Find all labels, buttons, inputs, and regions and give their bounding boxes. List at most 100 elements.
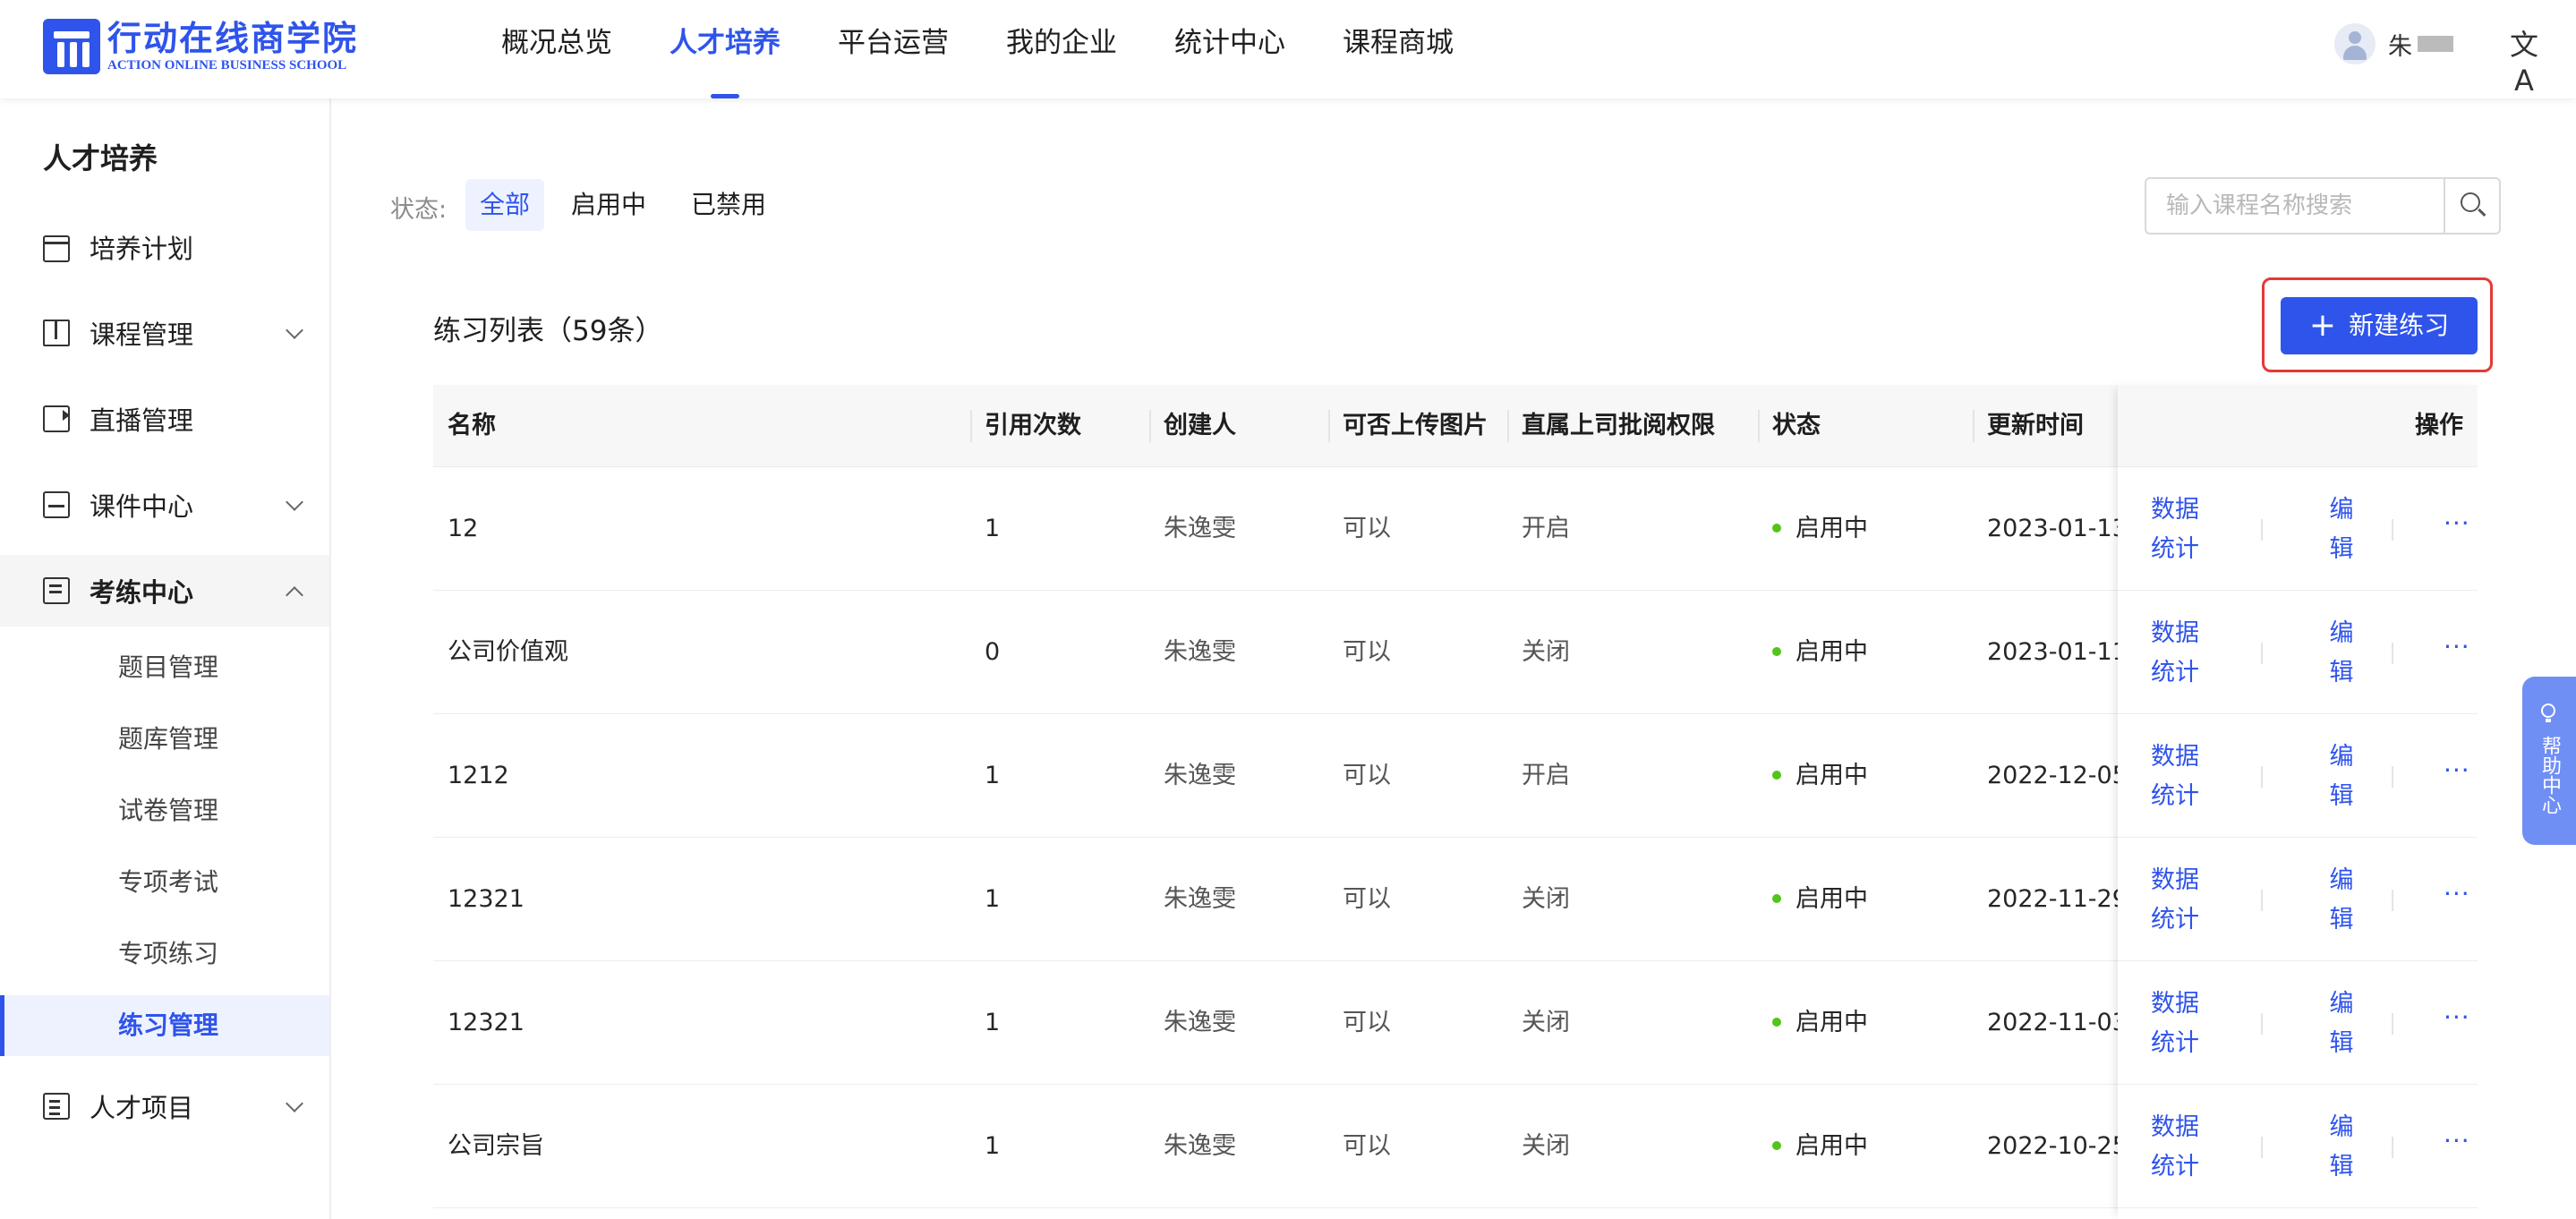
cell-name: 公司宗旨 bbox=[448, 1132, 544, 1160]
cell-updated: 2023-01-13 bbox=[1987, 515, 2128, 542]
column-header-creator: 创建人 bbox=[1164, 412, 1236, 439]
sidebar-item-training-plan[interactable]: 培养计划 bbox=[0, 211, 329, 283]
filter-option-disabled[interactable]: 已禁用 bbox=[677, 179, 780, 231]
more-actions-icon[interactable]: ··· bbox=[2444, 1002, 2470, 1032]
cell-review: 关闭 bbox=[1522, 1132, 1570, 1160]
cell-name: 12321 bbox=[448, 1009, 525, 1036]
language-icon[interactable]: 文A bbox=[2506, 27, 2542, 98]
cell-status: 启用中 bbox=[1772, 961, 1868, 1085]
sidebar-item-label: 考练中心 bbox=[90, 577, 194, 608]
cell-status: 启用中 bbox=[1772, 467, 1868, 591]
cell-creator: 朱逸雯 bbox=[1164, 1132, 1236, 1160]
cell-review: 开启 bbox=[1522, 515, 1570, 542]
status-text: 启用中 bbox=[1796, 1009, 1868, 1036]
avatar[interactable] bbox=[2334, 23, 2376, 64]
cell-updated: 2022-12-05 bbox=[1987, 762, 2128, 789]
search-button[interactable] bbox=[2445, 179, 2499, 233]
status-text: 启用中 bbox=[1796, 638, 1868, 666]
actions-column: 操作 数据统计 编辑 ··· 数据统计 编辑 ··· 数据统计 编辑 ··· 数… bbox=[2118, 385, 2478, 1219]
top-nav: 概况总览 人才培养 平台运营 我的企业 统计中心 课程商城 bbox=[501, 0, 1511, 98]
nav-item-overview[interactable]: 概况总览 bbox=[501, 0, 612, 98]
data-stats-link[interactable]: 数据统计 bbox=[2139, 614, 2211, 693]
more-actions-icon[interactable]: ··· bbox=[2444, 755, 2470, 785]
logo-title: 行动在线商学院 bbox=[107, 19, 359, 58]
status-dot-icon bbox=[1772, 770, 1781, 780]
column-header-name: 名称 bbox=[448, 412, 496, 439]
sidebar-item-live-management[interactable]: 直播管理 bbox=[0, 383, 329, 455]
data-stats-link[interactable]: 数据统计 bbox=[2139, 985, 2211, 1063]
sidebar-item-label: 培养计划 bbox=[90, 234, 194, 264]
filter-option-enabled[interactable]: 启用中 bbox=[557, 179, 661, 231]
sidebar-item-exam-center[interactable]: 考练中心 bbox=[0, 555, 329, 627]
nav-item-talent[interactable]: 人才培养 bbox=[670, 0, 780, 98]
cell-name: 公司价值观 bbox=[448, 638, 568, 666]
column-header-refs: 引用次数 bbox=[985, 412, 1081, 439]
book-icon bbox=[43, 320, 70, 346]
cell-creator: 朱逸雯 bbox=[1164, 515, 1236, 542]
status-dot-icon bbox=[1772, 893, 1781, 903]
cell-refs: 1 bbox=[985, 1009, 1001, 1036]
new-practice-button[interactable]: + 新建练习 bbox=[2281, 297, 2478, 354]
cell-upload: 可以 bbox=[1343, 1009, 1391, 1036]
edit-link[interactable]: 编辑 bbox=[2324, 861, 2359, 940]
user-name-mask bbox=[2418, 36, 2453, 52]
sidebar-subitem-practice-management[interactable]: 练习管理 bbox=[0, 995, 329, 1056]
data-stats-link[interactable]: 数据统计 bbox=[2139, 861, 2211, 940]
column-header-upload: 可否上传图片 bbox=[1343, 412, 1488, 439]
sidebar-subitem-special-practice[interactable]: 专项练习 bbox=[0, 924, 329, 985]
logo-subtitle: ACTION ONLINE BUSINESS SCHOOL bbox=[107, 58, 347, 72]
user-name: 朱 bbox=[2388, 32, 2412, 61]
more-actions-icon[interactable]: ··· bbox=[2444, 879, 2470, 908]
list-title: 练习列表（59条） bbox=[433, 315, 663, 347]
sidebar-item-label: 人才项目 bbox=[90, 1093, 194, 1123]
search-input[interactable] bbox=[2146, 179, 2445, 233]
actions-row: 数据统计 编辑 ··· bbox=[2118, 838, 2478, 961]
sidebar-item-course-management[interactable]: 课程管理 bbox=[0, 297, 329, 369]
cell-upload: 可以 bbox=[1343, 762, 1391, 789]
plus-icon: + bbox=[2308, 307, 2337, 344]
more-actions-icon[interactable]: ··· bbox=[2444, 632, 2470, 661]
data-stats-link[interactable]: 数据统计 bbox=[2139, 1108, 2211, 1187]
nav-item-mall[interactable]: 课程商城 bbox=[1343, 0, 1454, 98]
more-actions-icon[interactable]: ··· bbox=[2444, 1126, 2470, 1155]
logo[interactable]: 行动在线商学院 ACTION ONLINE BUSINESS SCHOOL bbox=[43, 18, 358, 75]
sidebar-item-talent-projects[interactable]: 人才项目 bbox=[0, 1070, 329, 1142]
help-center-button[interactable]: 帮助中心 bbox=[2522, 677, 2576, 845]
cell-creator: 朱逸雯 bbox=[1164, 762, 1236, 789]
column-header-status: 状态 bbox=[1772, 412, 1821, 439]
video-icon bbox=[43, 405, 70, 432]
nav-item-operations[interactable]: 平台运营 bbox=[838, 0, 949, 98]
chevron-down-icon bbox=[286, 493, 303, 511]
sidebar-item-courseware-center[interactable]: 课件中心 bbox=[0, 469, 329, 541]
exam-icon bbox=[43, 577, 70, 604]
edit-link[interactable]: 编辑 bbox=[2324, 490, 2359, 569]
cell-updated: 2023-01-11 bbox=[1987, 638, 2128, 666]
sidebar-subitem-special-exam[interactable]: 专项考试 bbox=[0, 852, 329, 913]
status-text: 启用中 bbox=[1796, 885, 1868, 913]
data-stats-link[interactable]: 数据统计 bbox=[2139, 490, 2211, 569]
cell-review: 开启 bbox=[1522, 762, 1570, 789]
sidebar-subitem-papers[interactable]: 试卷管理 bbox=[0, 780, 329, 841]
nav-item-company[interactable]: 我的企业 bbox=[1006, 0, 1117, 98]
edit-link[interactable]: 编辑 bbox=[2324, 985, 2359, 1063]
sidebar: 人才培养 培养计划 课程管理 直播管理 课件中心 考练中心 题目管理 题库管理 … bbox=[0, 98, 331, 1219]
edit-link[interactable]: 编辑 bbox=[2324, 737, 2359, 816]
more-actions-icon[interactable]: ··· bbox=[2444, 508, 2470, 538]
cell-name: 12321 bbox=[448, 885, 525, 913]
nav-item-stats[interactable]: 统计中心 bbox=[1174, 0, 1285, 98]
project-icon bbox=[43, 1093, 70, 1120]
cell-creator: 朱逸雯 bbox=[1164, 885, 1236, 913]
cell-status: 启用中 bbox=[1772, 838, 1868, 961]
sidebar-subitem-question-bank[interactable]: 题库管理 bbox=[0, 709, 329, 770]
user-menu[interactable]: 朱 bbox=[2334, 23, 2453, 64]
sidebar-subitem-questions[interactable]: 题目管理 bbox=[0, 637, 329, 698]
edit-link[interactable]: 编辑 bbox=[2324, 1108, 2359, 1187]
cell-updated: 2022-11-29 bbox=[1987, 885, 2128, 913]
cell-upload: 可以 bbox=[1343, 885, 1391, 913]
top-header: 行动在线商学院 ACTION ONLINE BUSINESS SCHOOL 概况… bbox=[0, 0, 2576, 98]
data-stats-link[interactable]: 数据统计 bbox=[2139, 737, 2211, 816]
status-text: 启用中 bbox=[1796, 1132, 1868, 1160]
edit-link[interactable]: 编辑 bbox=[2324, 614, 2359, 693]
sidebar-item-label: 课程管理 bbox=[90, 320, 194, 350]
filter-option-all[interactable]: 全部 bbox=[465, 179, 545, 231]
